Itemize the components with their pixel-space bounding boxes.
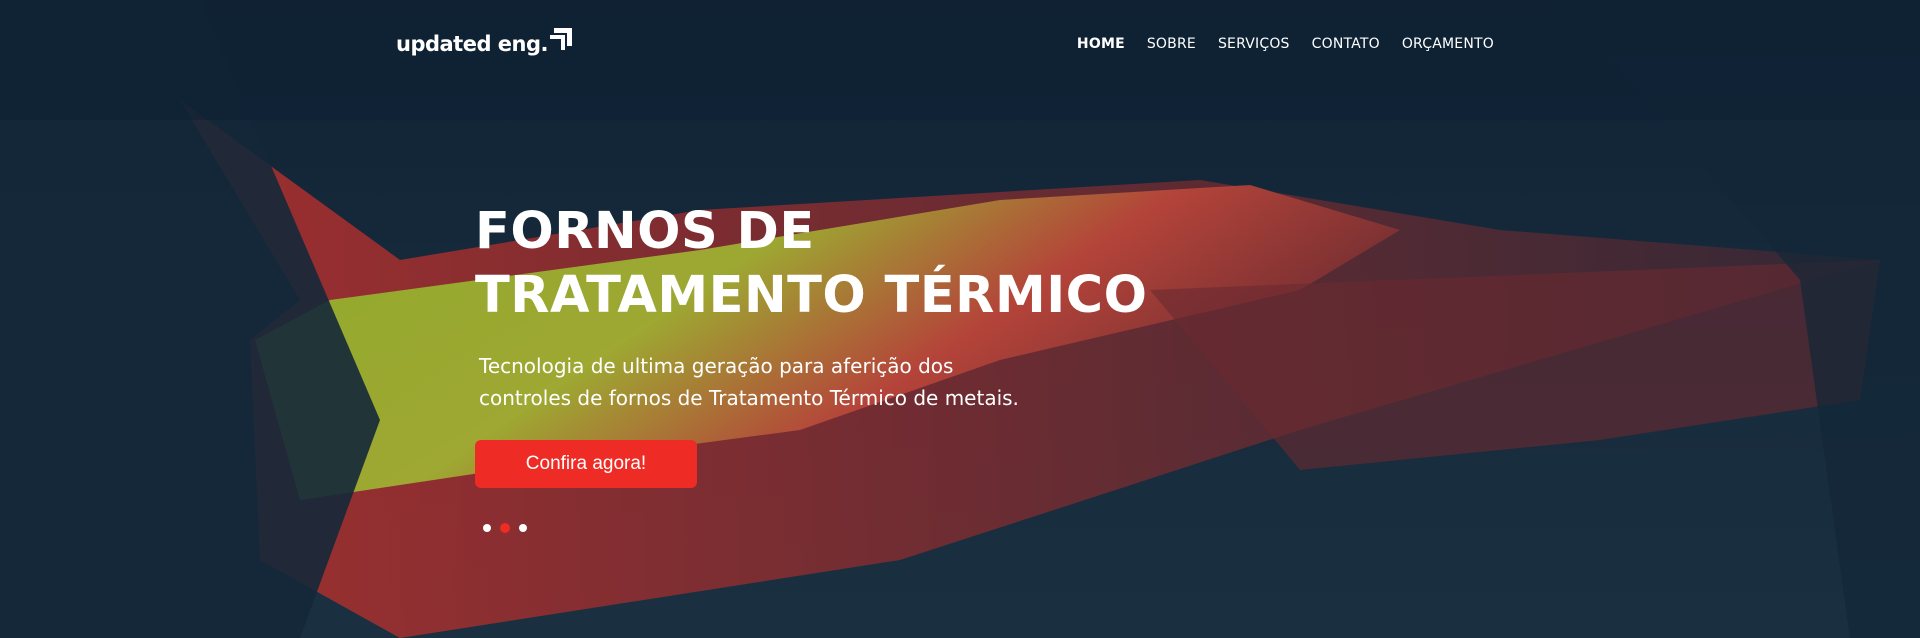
slide-dot-1[interactable]: [483, 524, 491, 532]
slider-pagination: [483, 523, 1147, 533]
nav-servicos[interactable]: SERVIÇOS: [1218, 36, 1290, 52]
hero-title-line: TRATAMENTO TÉRMICO: [475, 266, 1148, 325]
hero-subtitle-line: controles de fornos de Tratamento Térmic…: [479, 386, 1019, 410]
logo[interactable]: updated eng.: [396, 28, 573, 56]
logo-arrow-icon: [550, 28, 573, 50]
cta-button[interactable]: Confira agora!: [475, 440, 697, 488]
nav-sobre[interactable]: SOBRE: [1147, 36, 1196, 52]
hero-subtitle-line: Tecnologia de ultima geração para aferiç…: [479, 354, 954, 378]
hero-title: FORNOS DE TRATAMENTO TÉRMICO: [475, 200, 1147, 328]
hero-title-line: FORNOS DE: [475, 202, 815, 261]
nav-contato[interactable]: CONTATO: [1312, 36, 1380, 52]
nav-orcamento[interactable]: ORÇAMENTO: [1402, 36, 1494, 52]
hero-slider: updated eng. HOME SOBRE SERVIÇOS CONTATO…: [0, 0, 1920, 638]
main-menu: HOME SOBRE SERVIÇOS CONTATO ORÇAMENTO: [1077, 36, 1494, 52]
nav-home[interactable]: HOME: [1077, 36, 1125, 52]
slide-dot-2-active[interactable]: [500, 523, 510, 533]
hero-content: FORNOS DE TRATAMENTO TÉRMICO Tecnologia …: [475, 200, 1147, 533]
slide-dot-3[interactable]: [519, 524, 527, 532]
logo-text: updated eng.: [396, 32, 549, 56]
hero-subtitle: Tecnologia de ultima geração para aferiç…: [479, 350, 1147, 414]
top-navigation: updated eng. HOME SOBRE SERVIÇOS CONTATO…: [0, 0, 1920, 90]
